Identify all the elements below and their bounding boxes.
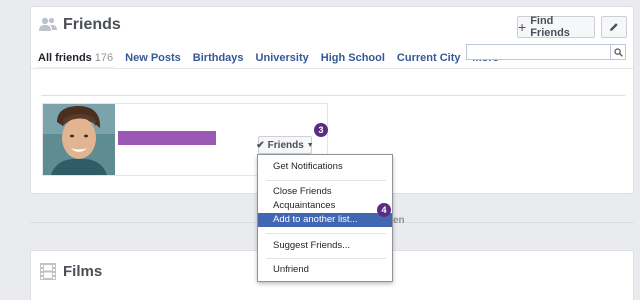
menu-item-unfriend[interactable]: Unfriend	[258, 263, 392, 277]
obscured-text: en	[393, 215, 405, 226]
active-tab-indicator	[37, 67, 114, 69]
plus-icon: +	[518, 19, 527, 35]
friends-search-input[interactable]	[466, 44, 626, 60]
film-icon	[40, 263, 56, 280]
friends-options-menu: Get Notifications Close Friends Acquaint…	[257, 154, 393, 282]
caret-down-icon: ▼	[306, 141, 314, 149]
menu-separator	[266, 233, 386, 234]
find-friends-label: Find Friends	[530, 15, 570, 39]
tab-all-friends-label: All friends	[38, 52, 92, 64]
section-divider	[41, 95, 625, 96]
friends-tabs: All friends 176 New Posts Birthdays Unive…	[38, 47, 511, 69]
menu-item-acquaintances[interactable]: Acquaintances	[258, 199, 392, 213]
pencil-icon	[610, 23, 618, 31]
menu-separator	[266, 258, 386, 259]
checkmark-icon: ✔	[256, 139, 265, 151]
tab-birthdays[interactable]: Birthdays	[193, 52, 244, 64]
tab-current-city[interactable]: Current City	[397, 52, 461, 64]
friends-count: 176	[94, 52, 114, 64]
tab-university[interactable]: University	[256, 52, 309, 64]
step-badge-3: 3	[314, 123, 328, 137]
edit-button[interactable]	[601, 16, 627, 38]
menu-item-add-to-another-list[interactable]: Add to another list...	[258, 213, 392, 227]
menu-item-get-notifications[interactable]: Get Notifications	[258, 160, 392, 174]
tab-high-school[interactable]: High School	[321, 52, 385, 64]
friends-dropdown-button[interactable]: ✔ Friends ▼	[256, 136, 314, 154]
films-section-title: Films	[63, 263, 103, 280]
step-badge-4: 4	[377, 203, 391, 217]
tab-all-friends[interactable]: All friends 176	[38, 52, 113, 64]
friend-profile-photo[interactable]	[43, 104, 115, 175]
menu-item-suggest-friends[interactable]: Suggest Friends...	[258, 239, 392, 253]
page-title: Friends	[63, 16, 121, 33]
menu-separator	[266, 180, 386, 181]
friends-icon	[39, 17, 57, 31]
find-friends-button[interactable]: + Find Friends	[517, 15, 595, 39]
friends-button-label: Friends	[267, 139, 304, 151]
search-icon[interactable]	[610, 45, 625, 59]
friend-name-redacted[interactable]	[118, 131, 216, 145]
menu-item-close-friends[interactable]: Close Friends	[258, 185, 392, 199]
friends-panel-header: Friends + Find Friends All friends 176 Ne…	[31, 7, 633, 69]
tab-new-posts[interactable]: New Posts	[125, 52, 181, 64]
